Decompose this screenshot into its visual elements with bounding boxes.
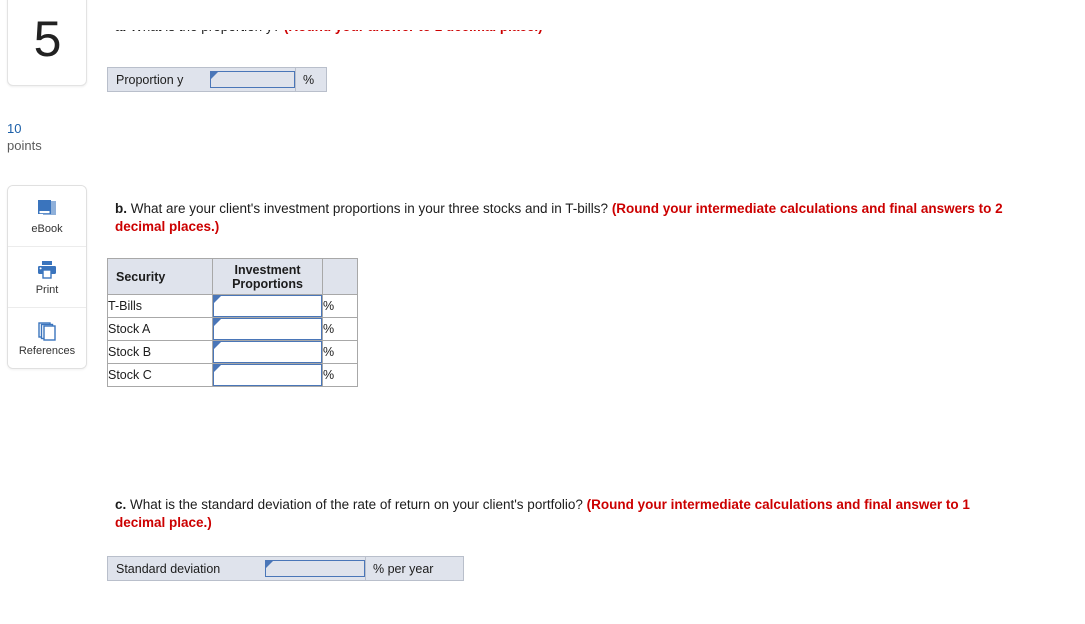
row-label-stock-b: Stock B <box>107 340 213 364</box>
question-b-marker: b. <box>115 201 127 216</box>
points-value: 10 <box>7 121 22 136</box>
row-unit-stock-a: % <box>322 317 358 341</box>
table-row: Stock C % <box>107 363 358 387</box>
references-label: References <box>18 344 76 357</box>
investment-proportions-table: Security Investment Proportions T-Bills … <box>107 258 358 387</box>
print-label: Print <box>35 283 59 296</box>
proportion-input-stock-b[interactable] <box>213 341 322 363</box>
question-a-prompt: What is the proportion y? <box>126 19 281 34</box>
question-b-text: b. What are your client's investment pro… <box>115 200 1040 236</box>
question-b-prompt: What are your client's investment propor… <box>127 201 609 216</box>
question-c-prompt: What is the standard deviation of the ra… <box>126 497 583 512</box>
standard-deviation-input[interactable] <box>265 560 365 577</box>
proportion-input-t-bills[interactable] <box>213 295 322 317</box>
question-c-marker: c. <box>115 497 127 512</box>
question-a-instruction: (Round your answer to 1 decimal place.) <box>280 19 543 34</box>
print-icon <box>34 258 60 282</box>
proportion-y-unit: % <box>295 68 326 91</box>
standard-deviation-unit: % per year <box>365 557 463 580</box>
question-content: a. What is the proportion y? (Round your… <box>100 0 1085 624</box>
answer-row-proportion-y: Proportion y % <box>107 67 327 92</box>
row-label-t-bills: T-Bills <box>107 294 213 318</box>
answer-row-standard-deviation: Standard deviation % per year <box>107 556 464 581</box>
proportion-y-input[interactable] <box>210 71 295 88</box>
tools-card: eBook Print References <box>7 185 87 369</box>
points-label: points <box>7 138 42 153</box>
ebook-button[interactable]: eBook <box>8 186 86 247</box>
ebook-icon <box>34 197 60 221</box>
proportion-input-stock-c[interactable] <box>213 364 322 386</box>
question-number-card: 5 <box>7 0 87 86</box>
header-unit <box>322 258 358 295</box>
print-button[interactable]: Print <box>8 247 86 308</box>
input-marker-icon <box>214 296 221 303</box>
ebook-label: eBook <box>31 222 63 235</box>
table-header-row: Security Investment Proportions <box>107 258 358 295</box>
proportion-y-label: Proportion y <box>116 72 184 87</box>
references-button[interactable]: References <box>8 308 86 368</box>
row-unit-t-bills: % <box>322 294 358 318</box>
points-block: 10 points <box>7 120 85 154</box>
row-input-cell-stock-c <box>212 363 323 387</box>
references-icon <box>34 319 60 343</box>
row-label-stock-c: Stock C <box>107 363 213 387</box>
question-number: 5 <box>33 11 62 67</box>
standard-deviation-label: Standard deviation <box>116 561 221 576</box>
input-marker-icon <box>266 561 273 568</box>
row-input-cell-stock-b <box>212 340 323 364</box>
table-row: Stock B % <box>107 340 358 364</box>
header-security: Security <box>107 258 213 295</box>
input-marker-icon <box>214 342 221 349</box>
row-unit-stock-c: % <box>322 363 358 387</box>
input-marker-icon <box>211 72 218 79</box>
row-input-cell-t-bills <box>212 294 323 318</box>
left-rail: 5 10 points eBook Print References <box>0 0 100 624</box>
question-a-text: a. What is the proportion y? (Round your… <box>115 19 1015 36</box>
table-row: T-Bills % <box>107 294 358 318</box>
header-investment-proportions: Investment Proportions <box>212 258 323 295</box>
row-unit-stock-b: % <box>322 340 358 364</box>
table-row: Stock A % <box>107 317 358 341</box>
input-marker-icon <box>214 319 221 326</box>
proportion-input-stock-a[interactable] <box>213 318 322 340</box>
row-label-stock-a: Stock A <box>107 317 213 341</box>
question-c-text: c. What is the standard deviation of the… <box>115 496 1015 532</box>
row-input-cell-stock-a <box>212 317 323 341</box>
question-a-marker: a. <box>115 19 127 34</box>
input-marker-icon <box>214 365 221 372</box>
